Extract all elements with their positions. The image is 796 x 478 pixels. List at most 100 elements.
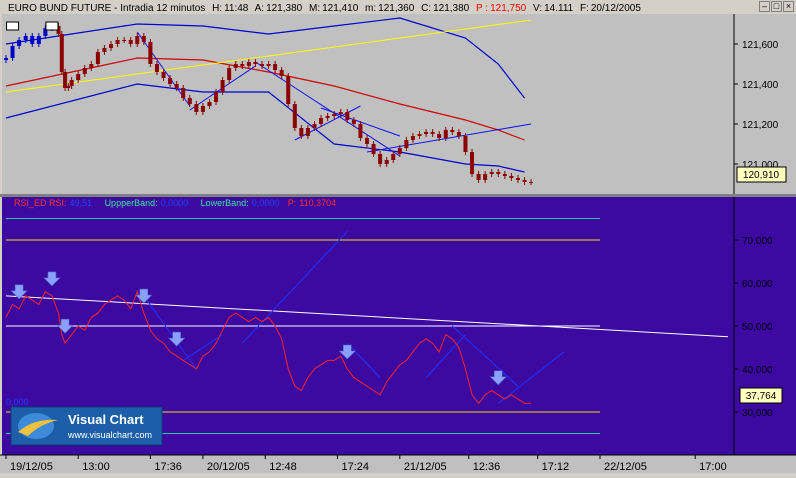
candle-body: [69, 80, 74, 86]
candle-body: [299, 128, 304, 136]
instrument-name: EURO BUND FUTURE: [8, 3, 112, 14]
p-value: 110,3704: [299, 198, 336, 208]
candle-body: [417, 134, 422, 136]
price-tick-label: 121,600: [742, 40, 779, 51]
candle-body: [391, 154, 396, 160]
rsi-header: RSI_ED RSI: 49,51 UppperBand: 0,0000 Lower…: [14, 198, 336, 208]
price-header: EURO BUND FUTURE - Intradia 12 minutos H…: [8, 3, 641, 14]
candle-body: [463, 136, 468, 152]
time-tick-label: 17:36: [154, 461, 182, 473]
candle-body: [63, 72, 68, 88]
price-label: P :: [476, 3, 488, 14]
candle-body: [509, 176, 514, 178]
candle-body: [404, 140, 409, 148]
price-tick-label: 121,200: [742, 120, 779, 131]
candle-body: [292, 104, 297, 128]
price-tick-label: 121,400: [742, 80, 779, 91]
time-tick-label: 17:00: [699, 461, 727, 473]
visualchart-logo: Visual Chart www.visualchart.com: [10, 406, 163, 446]
last-price-text: 120,910: [743, 170, 780, 181]
time-tick-label: 19/12/05: [10, 461, 53, 473]
candle-body: [17, 40, 22, 46]
date-label: F:: [580, 3, 589, 14]
candle-body: [128, 40, 133, 44]
candle-body: [141, 36, 146, 42]
header-sep: -: [111, 3, 120, 14]
rsi-value: 49,51: [70, 198, 93, 208]
candle-body: [378, 154, 383, 164]
rsi-label: RSI_ED RSI:: [14, 198, 67, 208]
candle-body: [332, 114, 337, 116]
candle-body: [115, 40, 120, 44]
candle-body: [351, 120, 356, 124]
candle-body: [82, 68, 87, 74]
candle-body: [430, 132, 435, 134]
candle-body: [102, 48, 107, 52]
time-tick-label: 13:00: [82, 461, 110, 473]
candle-body: [305, 128, 310, 136]
candle-body: [109, 44, 114, 48]
candle-body: [95, 52, 100, 64]
candle-body: [246, 62, 251, 66]
minimize-button[interactable]: –: [759, 1, 770, 12]
date-value: 20/12/2005: [591, 3, 641, 14]
rsi-left-value: 0,000: [6, 397, 29, 407]
hour-value: 11:48: [224, 3, 249, 14]
volume-label: V:: [533, 3, 542, 14]
candle-body: [174, 84, 179, 88]
rsi-tick-label: 60,000: [742, 279, 773, 290]
candle-body: [529, 182, 534, 183]
close-value: 121,380: [433, 3, 470, 14]
candle-body: [253, 62, 258, 64]
candle-body: [319, 118, 324, 124]
candle-body: [181, 88, 186, 98]
high-value: 121,410: [322, 3, 359, 14]
candle-body: [30, 36, 35, 44]
time-tick-label: 12:36: [473, 461, 501, 473]
low-label: m:: [365, 3, 376, 14]
candle-body: [214, 92, 219, 102]
rsi-tick-label: 70,000: [742, 236, 773, 247]
candle-body: [312, 124, 317, 128]
candle-body: [10, 46, 15, 58]
candle-body: [227, 68, 232, 80]
time-tick-label: 21/12/05: [404, 461, 447, 473]
time-tick-label: 20/12/05: [207, 461, 250, 473]
high-label: M:: [309, 3, 320, 14]
chart-svg: 121,600121,400121,200121,000 70,00060,00…: [0, 3, 796, 473]
maximize-button[interactable]: □: [771, 1, 782, 12]
candle-body: [384, 160, 389, 164]
logo-url: www.visualchart.com: [67, 430, 152, 440]
candle-body: [240, 64, 245, 66]
candle-body: [345, 112, 350, 120]
candle-body: [470, 152, 475, 174]
upper-band-value: 0,0000: [161, 198, 189, 208]
candle-body: [66, 86, 71, 88]
rsi-tick-label: 30,000: [742, 408, 773, 419]
price-value: 121,750: [490, 3, 527, 14]
candle-body: [325, 116, 330, 118]
candle-body: [483, 174, 488, 180]
candle-body: [154, 64, 159, 72]
p-label: P:: [288, 198, 297, 208]
candle-body: [59, 34, 64, 72]
candle-body: [424, 132, 429, 134]
candle-body: [207, 102, 212, 106]
candle-body: [279, 70, 284, 76]
upper-band-label: UppperBand:: [105, 198, 158, 208]
candle-body: [161, 72, 166, 78]
open-value: 121,380: [266, 3, 303, 14]
candle-body: [200, 106, 205, 112]
close-button[interactable]: ×: [783, 1, 794, 12]
candle-body: [515, 178, 520, 180]
panel-separator: [0, 194, 796, 197]
candle-body: [450, 130, 455, 132]
lower-band-label: LowerBand:: [201, 198, 249, 208]
candle-body: [259, 64, 264, 66]
time-tick-label: 17:24: [341, 461, 369, 473]
rsi-tick-label: 40,000: [742, 365, 773, 376]
chart-window: 121,600 121,400 121,200 121,000 70,000 60,00…: [0, 0, 796, 473]
last-price-tag: 120,910: [736, 166, 787, 183]
lower-band-value: 0,0000: [252, 198, 280, 208]
last-rsi-text: 37,764: [746, 391, 777, 402]
